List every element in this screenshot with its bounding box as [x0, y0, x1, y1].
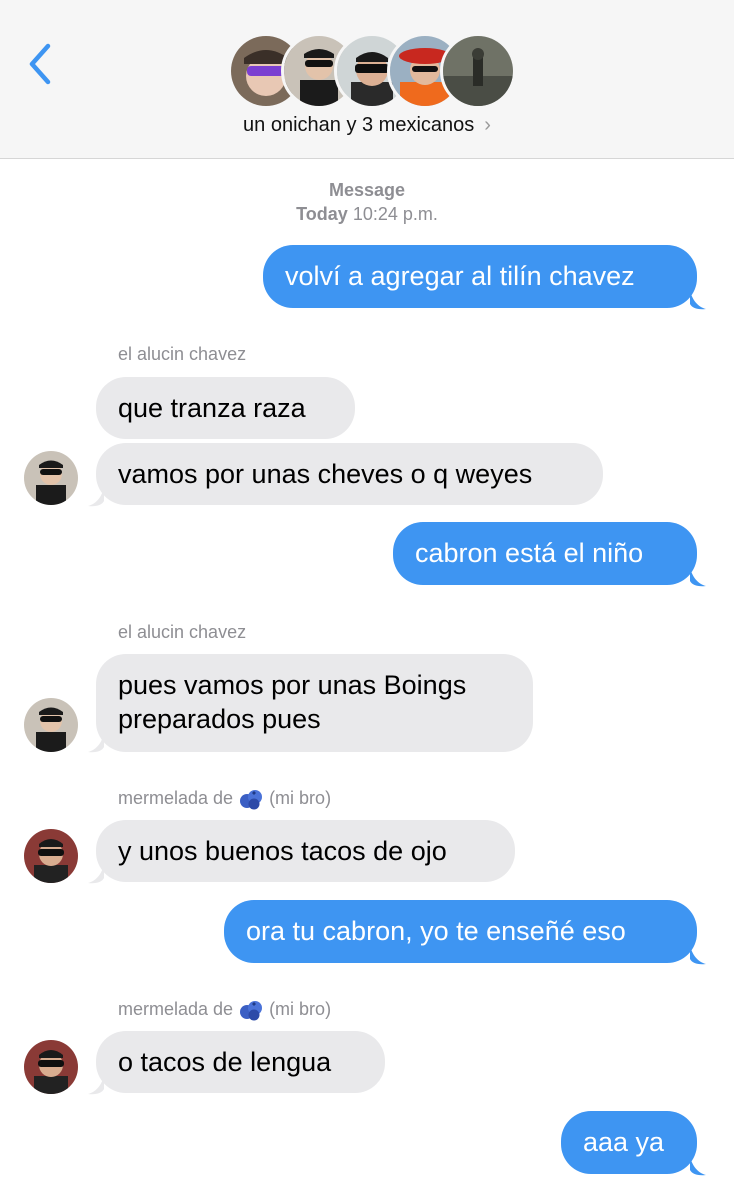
avatar[interactable]: [24, 451, 78, 505]
conversation-header: un onichan y 3 mexicanos ›: [0, 0, 734, 159]
bubble-tail: [88, 487, 104, 507]
message-text: o tacos de lengua: [118, 1047, 332, 1077]
timestamp: Today 10:24 p.m.: [0, 204, 734, 225]
back-button[interactable]: [24, 40, 58, 88]
incoming-message[interactable]: o tacos de lengua: [96, 1031, 385, 1093]
outgoing-message[interactable]: cabron está el niño: [393, 522, 697, 585]
blueberries-icon: [240, 1001, 263, 1021]
message-text: cabron está el niño: [415, 538, 644, 568]
avatar[interactable]: [24, 1040, 78, 1094]
blueberries-icon: [240, 790, 263, 810]
bubble-tail: [88, 864, 104, 884]
sender-name: el alucin chavez: [118, 344, 247, 364]
bubble-tail: [690, 290, 706, 310]
outgoing-message[interactable]: ora tu cabron, yo te enseñé eso: [224, 900, 697, 963]
incoming-message[interactable]: pues vamos por unas Boings preparados pu…: [96, 654, 533, 752]
bubble-tail: [88, 1075, 104, 1095]
chevron-right-icon: ›: [484, 114, 491, 136]
message-text: ora tu cabron, yo te enseñé eso: [246, 916, 626, 946]
bubble-tail: [690, 567, 706, 587]
chevron-left-icon: [29, 43, 51, 85]
timestamp-time: 10:24 p.m.: [352, 204, 438, 224]
bubble-tail: [690, 1156, 706, 1176]
avatar[interactable]: [24, 829, 78, 883]
message-text: vamos por unas cheves o q weyes: [118, 459, 533, 489]
incoming-message[interactable]: que tranza raza: [96, 377, 355, 439]
message-text: y unos buenos tacos de ojo: [118, 836, 447, 866]
service-label: Message: [328, 180, 406, 200]
timestamp-day: Today: [296, 204, 348, 224]
message-text: pues vamos por unas Boings: [118, 670, 467, 700]
message-text: volví a agregar al tilín chavez: [285, 261, 635, 291]
bubble-tail: [88, 733, 104, 753]
group-name-button[interactable]: un onichan y 3 mexicanos ›: [0, 114, 734, 137]
outgoing-message[interactable]: aaa ya: [561, 1111, 697, 1174]
message-text: preparados pues: [118, 704, 321, 734]
message-text: que tranza raza: [118, 393, 306, 423]
group-name: un onichan y 3 mexicanos: [243, 114, 475, 136]
bubble-tail: [690, 945, 706, 965]
avatar: [440, 33, 516, 109]
outgoing-message[interactable]: volví a agregar al tilín chavez: [263, 245, 697, 308]
group-avatars[interactable]: [228, 33, 516, 109]
sender-name: mermelada de (mi bro): [118, 999, 331, 1021]
sender-name: el alucin chavez: [118, 622, 247, 642]
sender-name: mermelada de (mi bro): [118, 788, 331, 810]
incoming-message[interactable]: vamos por unas cheves o q weyes: [96, 443, 603, 505]
avatar[interactable]: [24, 698, 78, 752]
message-text: aaa ya: [583, 1127, 665, 1157]
incoming-message[interactable]: y unos buenos tacos de ojo: [96, 820, 515, 882]
